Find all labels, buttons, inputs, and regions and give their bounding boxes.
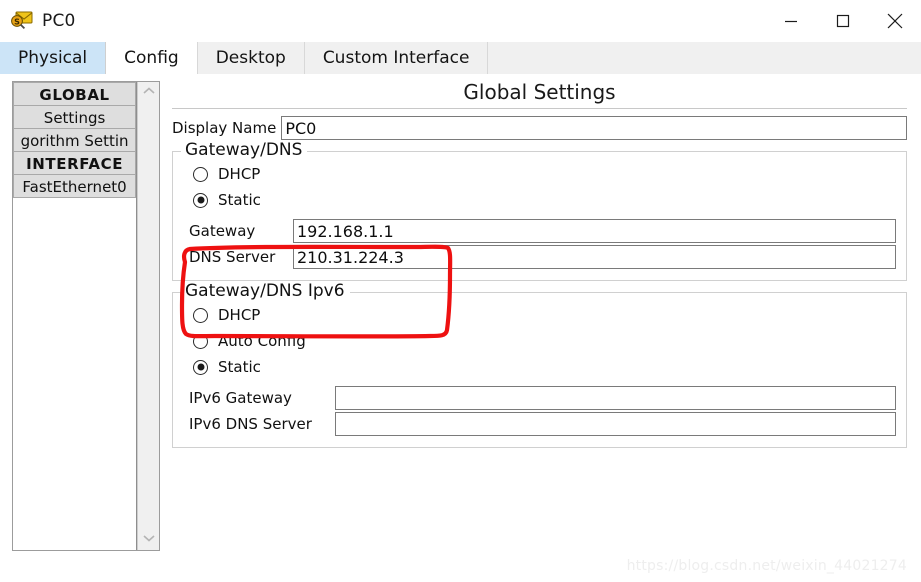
ipv6-dhcp-label: DHCP [218,306,261,324]
ipv6-dhcp-option[interactable]: DHCP [193,302,896,328]
global-settings-panel: Global Settings Display Name Gateway/DNS… [172,75,907,582]
display-name-label: Display Name [172,119,277,137]
ipv6-dns-server-label: IPv6 DNS Server [189,415,312,433]
tab-bar: Physical Config Desktop Custom Interface [0,42,921,75]
sidebar: GLOBAL Settings gorithm Settin INTERFACE… [12,81,160,551]
scroll-down-icon[interactable] [142,533,156,546]
sidebar-item-fastethernet0[interactable]: FastEthernet0 [13,174,137,198]
scroll-up-icon[interactable] [142,86,156,99]
sidebar-item-algorithm-settings[interactable]: gorithm Settin [13,128,137,152]
packet-tracer-icon: S [9,8,35,34]
sidebar-list: GLOBAL Settings gorithm Settin INTERFACE… [13,82,138,550]
tab-custom-interface[interactable]: Custom Interface [304,42,489,74]
tab-desktop[interactable]: Desktop [197,42,305,74]
dns-server-row: DNS Server [189,244,896,270]
minimize-icon[interactable] [765,0,817,42]
sidebar-item-settings[interactable]: Settings [13,105,137,129]
ipv6-dns-server-input[interactable] [335,412,896,436]
gateway-dns-static-option[interactable]: Static [193,187,896,213]
maximize-icon[interactable] [817,0,869,42]
gateway-dns-ipv6-legend: Gateway/DNS Ipv6 [181,281,350,301]
window-titlebar: S PC0 [0,0,921,42]
ipv6-auto-config-label: Auto Config [218,332,306,350]
radio-unchecked-icon[interactable] [193,166,208,182]
gateway-dns-group: Gateway/DNS DHCP Static Gateway DNS Serv… [172,140,907,281]
window-controls [765,0,921,42]
sidebar-header-interface: INTERFACE [13,151,137,175]
gateway-input[interactable] [293,219,896,243]
radio-checked-icon[interactable] [193,192,208,208]
ipv6-static-label: Static [218,358,261,376]
gateway-dns-dhcp-option[interactable]: DHCP [193,161,896,187]
sidebar-scrollbar[interactable] [137,82,159,550]
radio-unchecked-icon[interactable] [193,307,208,323]
ipv6-auto-config-option[interactable]: Auto Config [193,328,896,354]
gateway-dns-static-label: Static [218,191,261,209]
gateway-dns-dhcp-label: DHCP [218,165,261,183]
ipv6-gateway-row: IPv6 Gateway [189,385,896,411]
gateway-dns-ipv6-group: Gateway/DNS Ipv6 DHCP Auto Config Static… [172,281,907,448]
dns-server-input[interactable] [293,245,896,269]
gateway-row: Gateway [189,218,896,244]
ipv6-dns-server-row: IPv6 DNS Server [189,411,896,437]
tab-config[interactable]: Config [106,42,198,74]
gateway-label: Gateway [189,222,256,240]
display-name-input[interactable] [281,116,907,140]
ipv6-gateway-label: IPv6 Gateway [189,389,292,407]
page-title: Global Settings [172,75,907,109]
display-name-row: Display Name [172,116,907,140]
ipv6-gateway-input[interactable] [335,386,896,410]
svg-text:S: S [14,17,20,26]
tab-physical[interactable]: Physical [0,42,107,74]
config-workarea: GLOBAL Settings gorithm Settin INTERFACE… [0,75,921,582]
dns-server-label: DNS Server [189,248,276,266]
tab-bar-filler [488,42,921,74]
ipv6-static-option[interactable]: Static [193,354,896,380]
radio-unchecked-icon[interactable] [193,333,208,349]
watermark: https://blog.csdn.net/weixin_44021274 [626,558,907,574]
radio-checked-icon[interactable] [193,359,208,375]
close-icon[interactable] [869,0,921,42]
window-title: PC0 [42,11,76,31]
gateway-dns-legend: Gateway/DNS [181,140,308,160]
sidebar-header-global: GLOBAL [13,82,137,106]
